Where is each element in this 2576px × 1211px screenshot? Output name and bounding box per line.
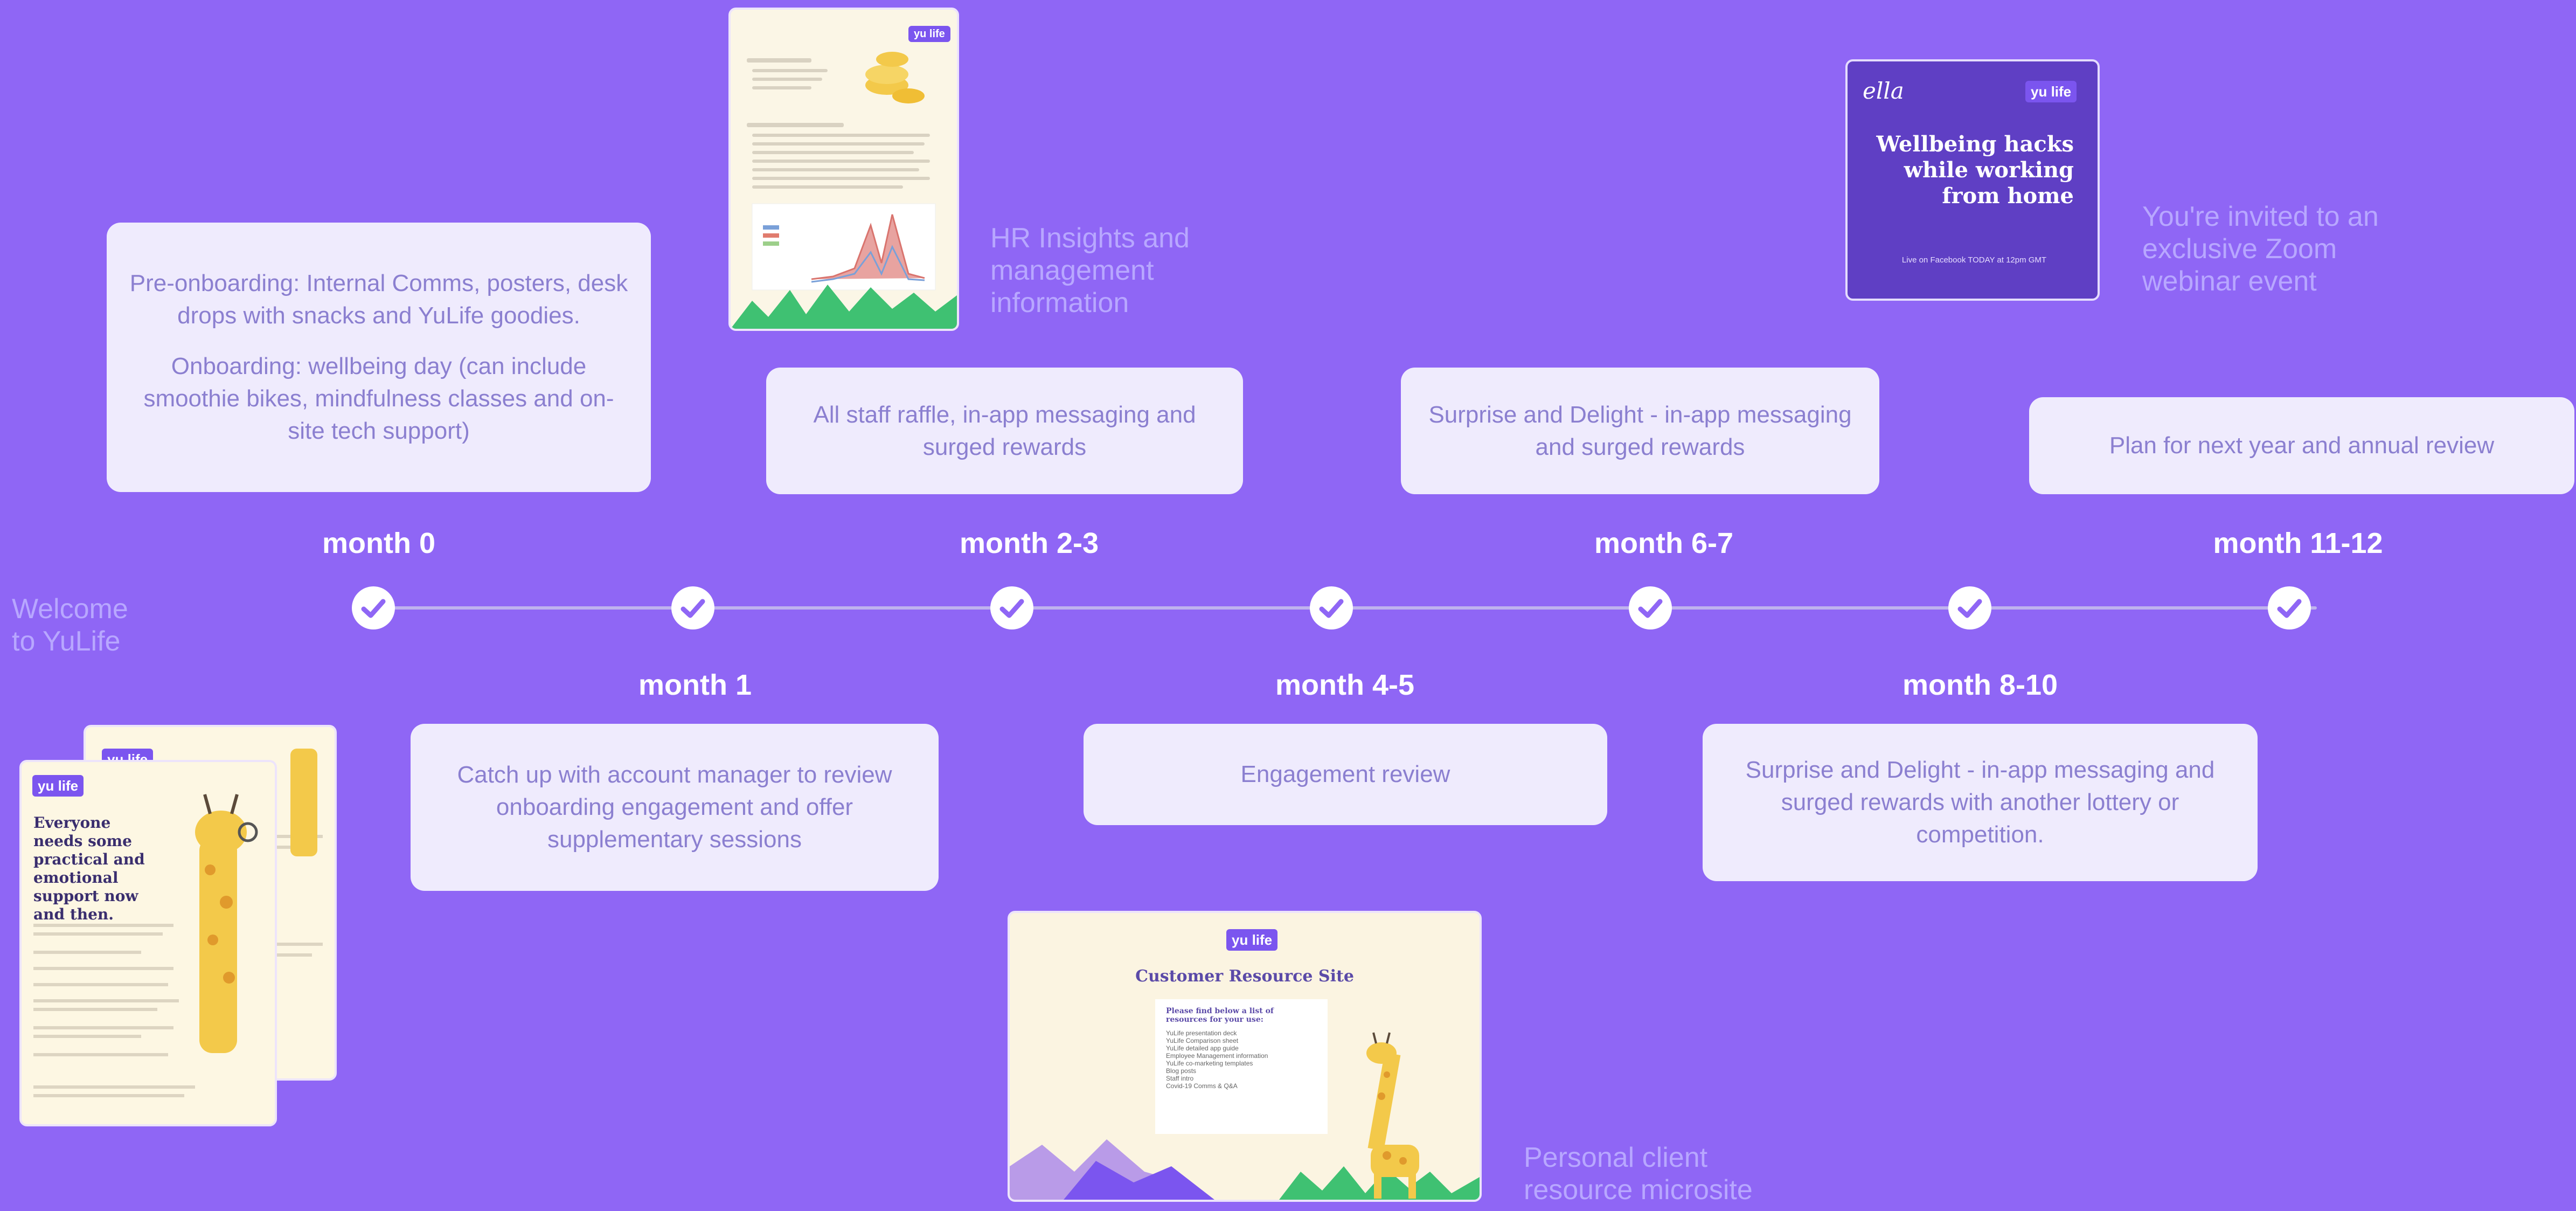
microsite-caption: Personal client resource microsite	[1524, 1142, 1753, 1206]
report-page-illustration	[731, 52, 957, 329]
leaflet-front-page: yu life Everyone needs some practical an…	[19, 760, 277, 1126]
check-icon	[1629, 586, 1672, 629]
webinar-caption: You're invited to an exclusive Zoom webi…	[2142, 201, 2379, 297]
month-label: month 0	[322, 527, 435, 559]
coins-icon	[865, 52, 925, 103]
giraffe-icon	[1366, 1032, 1419, 1199]
month-label: month 6-7	[1594, 527, 1733, 559]
card-text: All staff raffle, in-app messaging and s…	[813, 401, 1196, 460]
card-month-1: Catch up with account manager to review …	[411, 724, 939, 891]
check-icon	[352, 586, 395, 629]
month-label: month 2-3	[959, 527, 1099, 559]
card-text: Pre-onboarding: Internal Comms, posters,…	[129, 270, 628, 329]
card-month-8-10: Surprise and Delight - in-app messaging …	[1703, 724, 2258, 881]
webinar-title: Wellbeing hacks while working from home	[1876, 132, 2074, 209]
card-month-11-12: Plan for next year and annual review	[2029, 397, 2574, 494]
month-label: month 11-12	[2213, 527, 2383, 559]
welcome-label: Welcome to YuLife	[12, 593, 128, 657]
month-label: month 8-10	[1902, 669, 2058, 701]
card-month-2-3: All staff raffle, in-app messaging and s…	[766, 368, 1243, 494]
check-icon	[1948, 586, 1991, 629]
hr-insights-thumbnail: yu life	[728, 8, 959, 331]
check-icon	[990, 586, 1034, 629]
giraffe-landscape-illustration	[1010, 1032, 1480, 1200]
resource-site-thumbnail: yu life Customer Resource Site Please fi…	[1008, 911, 1482, 1202]
hr-insights-caption: HR Insights and management information	[990, 223, 1190, 319]
card-month-4-5: Engagement review	[1084, 724, 1607, 825]
card-month-0: Pre-onboarding: Internal Comms, posters,…	[107, 223, 651, 492]
card-text: Catch up with account manager to review …	[457, 762, 892, 853]
card-text: Onboarding: wellbeing day (can include s…	[143, 353, 614, 444]
month-label: month 1	[638, 669, 752, 701]
check-icon	[671, 586, 714, 629]
card-text: Surprise and Delight - in-app messaging …	[1428, 401, 1852, 460]
card-text: Surprise and Delight - in-app messaging …	[1745, 757, 2215, 848]
check-icon	[2267, 586, 2311, 629]
webinar-footer: Live on Facebook TODAY at 12pm GMT	[1901, 255, 2047, 265]
card-text: Plan for next year and annual review	[2109, 432, 2495, 459]
card-text: Engagement review	[1240, 761, 1450, 787]
check-icon	[1309, 586, 1353, 629]
ella-brand: ella	[1863, 78, 1904, 104]
webinar-thumbnail: ella yu life Wellbeing hacks while worki…	[1845, 59, 2100, 301]
month-label: month 4-5	[1275, 669, 1414, 701]
card-month-6-7: Surprise and Delight - in-app messaging …	[1401, 368, 1879, 494]
yulife-logo: yu life	[2025, 81, 2077, 102]
leaflet-front-illustration	[33, 794, 258, 1097]
giraffe-icon	[195, 794, 258, 1053]
